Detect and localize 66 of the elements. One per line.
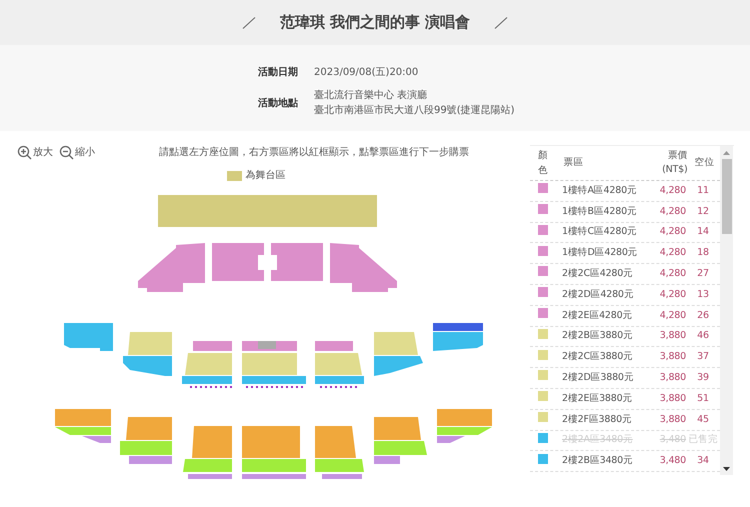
area-name: 2樓2B區3880元: [561, 329, 634, 344]
price-text: 3,480: [658, 454, 686, 468]
seat-count: 18: [696, 246, 710, 260]
column-header: 顏色: [538, 148, 548, 178]
area-name: 1樓特D區4280元: [561, 246, 639, 260]
price-text: 3,880: [658, 329, 686, 344]
seat-count: 14: [696, 225, 710, 240]
zoom-out-icon: [59, 145, 74, 160]
price-text: 4,280: [658, 288, 686, 302]
scroll-down-icon[interactable]: [723, 467, 730, 471]
ticket-row[interactable]: 2樓2B區3880元 3,880 46: [530, 326, 720, 348]
seat-count: 27: [696, 266, 710, 281]
ticket-row[interactable]: 1樓特C區4280元 4,280 14: [530, 222, 720, 244]
area-name: 2樓2C區4280元: [561, 266, 634, 281]
seat-count: 51: [696, 392, 710, 406]
price-text: 4,280: [658, 308, 686, 323]
seat-count: 26: [696, 308, 710, 323]
seat-count: 46: [696, 329, 710, 344]
legend-label: 為舞台區: [246, 168, 286, 183]
info-value: 2023/09/08(五)20:00: [314, 66, 418, 80]
seat-count: 37: [696, 350, 710, 364]
price-text: 4,280: [658, 266, 686, 281]
slash-icon: [242, 16, 256, 28]
ticket-row[interactable]: 1樓特A區4280元 4,280 11: [530, 181, 720, 202]
area-name: 1樓特A區4280元: [561, 184, 638, 198]
ticket-row[interactable]: 2樓2C區4280元 4,280 27: [530, 264, 720, 285]
instruction-text: 請點選左方座位圖，右方票區將以紅框顯示，點擊票區進行下一步購票: [159, 146, 469, 160]
zoom-out-button[interactable]: 縮小: [59, 145, 95, 160]
zoom-in-icon: [17, 145, 32, 160]
area-name: 2樓2D區4280元: [561, 288, 635, 302]
area-name: 2樓2C區3880元: [561, 350, 634, 364]
seat-count: 11: [696, 184, 710, 198]
seat-count: 34: [696, 454, 710, 468]
info-label: 活動日期: [257, 66, 298, 80]
column-header: 票區: [562, 156, 584, 170]
area-name: 2樓2F區3880元: [561, 412, 633, 427]
area-name: 1樓特B區4280元: [561, 204, 638, 219]
ticket-row[interactable]: 2樓2D區3880元 3,880 39: [530, 368, 720, 389]
price-text: 4,280: [658, 246, 686, 260]
scroll-up-icon[interactable]: [723, 151, 730, 155]
price-text: 3,880: [658, 412, 686, 427]
area-name: 2樓2B區3480元: [561, 454, 634, 468]
area-name: 1樓特C區4280元: [561, 225, 638, 240]
column-header: 票價 (NT$): [661, 148, 688, 177]
area-name: 2樓2E區4280元: [561, 308, 634, 323]
info-value: 臺北市南港區市民大道八段99號(捷運昆陽站): [314, 104, 515, 118]
price-text: 3,880: [658, 370, 686, 385]
price-text: 3,880: [658, 392, 686, 406]
price-text: 4,280: [658, 184, 686, 198]
slash-icon: [494, 16, 508, 28]
column-header: 空位: [694, 156, 716, 170]
zoom-in-button[interactable]: 放大: [17, 145, 53, 160]
seat-count: 13: [696, 288, 710, 302]
scrollbar-thumb[interactable]: [722, 159, 732, 234]
event-title: 范瑋琪 我們之間的事 演唱會: [280, 12, 470, 34]
seat-count: 45: [696, 412, 710, 427]
area-name: 2樓2D區3880元: [561, 370, 635, 385]
price-text: 4,280: [658, 204, 686, 219]
seat-count: 12: [696, 204, 710, 219]
scrollbar[interactable]: [720, 146, 733, 475]
seat-count: 39: [696, 370, 710, 385]
info-value: 臺北流行音樂中心 表演廳: [314, 88, 428, 103]
price-text: 3,880: [658, 350, 686, 364]
price-text: 4,280: [658, 225, 686, 240]
area-name: 2樓2E區3880元: [561, 392, 634, 406]
info-label: 活動地點: [257, 96, 298, 110]
